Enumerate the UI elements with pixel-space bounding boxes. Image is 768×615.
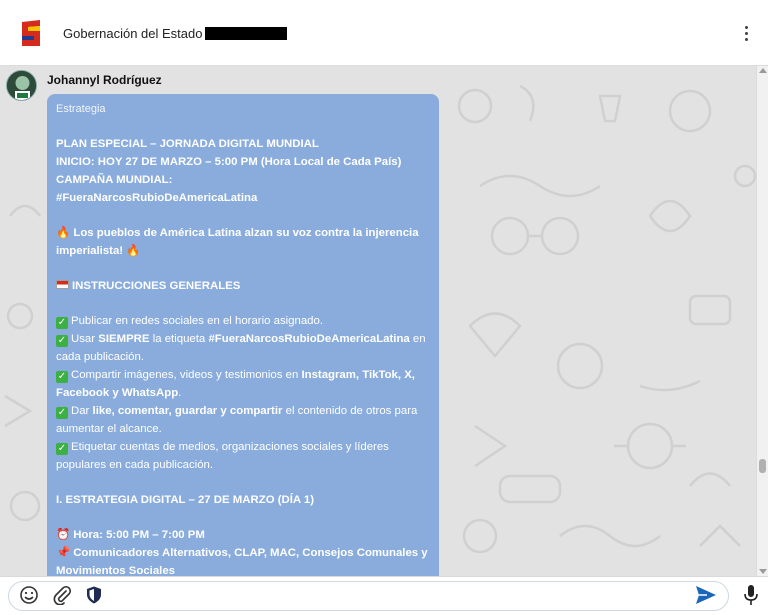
fire-icon: 🔥 bbox=[126, 245, 141, 257]
redacted-box bbox=[205, 27, 288, 40]
list-item: ✓ Compartir imágenes, videos y testimonio… bbox=[56, 369, 415, 399]
scrollbar-thumb[interactable] bbox=[759, 459, 766, 473]
header-title: Gobernación del Estado bbox=[63, 26, 203, 41]
section-heading: I. ESTRATEGIA DIGITAL – 27 DE MARZO (DÍA… bbox=[56, 494, 314, 506]
message-tag: Estrategia bbox=[56, 103, 106, 115]
message-input[interactable] bbox=[108, 583, 683, 603]
message-line: CAMPAÑA MUNDIAL: bbox=[56, 174, 173, 186]
message-line: 📌 Comunicadores Alternativos, CLAP, MAC, … bbox=[56, 547, 428, 576]
check-icon: ✓ bbox=[56, 443, 68, 455]
message-line: INICIO: HOY 27 DE MARZO – 5:00 PM (Hora … bbox=[56, 156, 402, 168]
page-title: Gobernación del Estado bbox=[63, 26, 288, 41]
shield-icon[interactable] bbox=[84, 585, 104, 605]
app-header: Gobernación del Estado bbox=[0, 0, 768, 66]
state-logo-icon bbox=[22, 20, 40, 46]
chat-area[interactable]: Johannyl Rodríguez Estrategia PLAN ESPEC… bbox=[0, 66, 756, 576]
message-line: ⏰ Hora: 5:00 PM – 7:00 PM bbox=[56, 529, 205, 541]
list-item: ✓ Etiquetar cuentas de medios, organizaci… bbox=[56, 441, 389, 471]
chat-scrollbar[interactable] bbox=[756, 66, 768, 576]
check-icon: ✓ bbox=[56, 317, 68, 329]
send-icon[interactable] bbox=[695, 585, 717, 605]
emoji-icon[interactable] bbox=[19, 585, 39, 605]
list-item: ✓ Usar SIEMPRE la etiqueta #FueraNarcosRu… bbox=[56, 333, 426, 363]
message-line: 🔥 Los pueblos de América Latina alzan su… bbox=[56, 227, 419, 257]
avatar[interactable] bbox=[6, 70, 37, 101]
message-composer bbox=[0, 576, 768, 615]
list-item: ✓ Publicar en redes sociales en el horari… bbox=[56, 315, 324, 329]
message-bubble[interactable]: Estrategia PLAN ESPECIAL – JORNADA DIGIT… bbox=[47, 94, 439, 576]
section-heading: INSTRUCCIONES GENERALES bbox=[56, 277, 429, 295]
check-icon: ✓ bbox=[56, 371, 68, 383]
check-icon: ✓ bbox=[56, 407, 68, 419]
fire-icon: 🔥 bbox=[56, 227, 71, 239]
scroll-up-arrow-icon[interactable] bbox=[759, 68, 767, 73]
check-icon: ✓ bbox=[56, 335, 68, 347]
kebab-menu-icon[interactable] bbox=[738, 22, 754, 44]
flag-icon bbox=[56, 280, 69, 289]
scroll-down-arrow-icon[interactable] bbox=[759, 569, 767, 574]
clock-icon: ⏰ bbox=[56, 529, 71, 541]
list-item: ✓ Dar like, comentar, guardar y compartir… bbox=[56, 405, 418, 435]
campaign-hashtag[interactable]: #FueraNarcosRubioDeAmericaLatina bbox=[56, 189, 429, 207]
attachment-icon[interactable] bbox=[52, 585, 72, 605]
message-heading: PLAN ESPECIAL – JORNADA DIGITAL MUNDIAL bbox=[56, 138, 319, 150]
sender-name[interactable]: Johannyl Rodríguez bbox=[47, 73, 162, 87]
microphone-icon[interactable] bbox=[742, 584, 760, 606]
pin-icon: 📌 bbox=[56, 547, 71, 559]
